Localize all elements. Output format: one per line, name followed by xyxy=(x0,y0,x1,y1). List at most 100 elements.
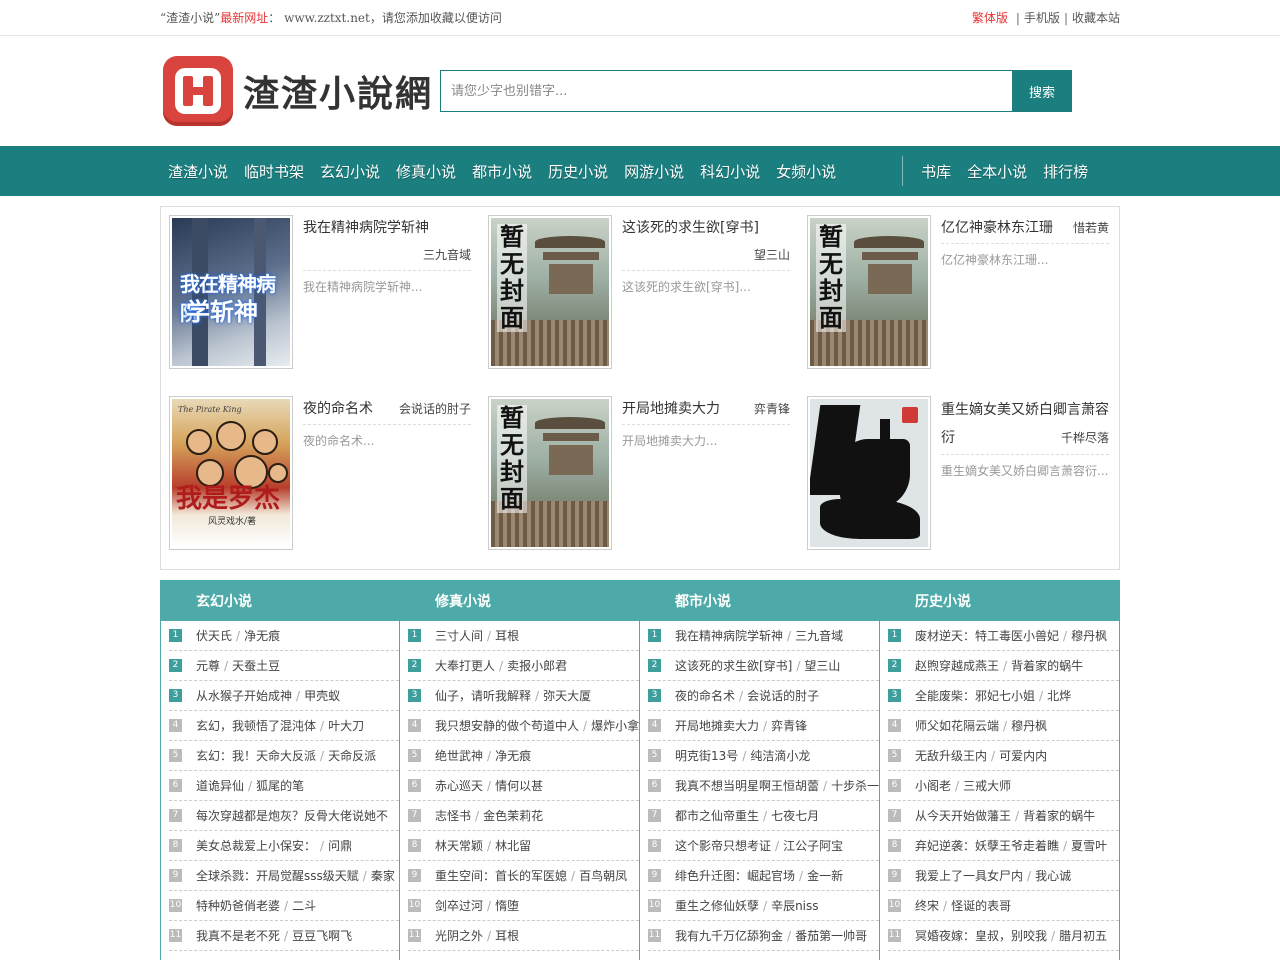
author-link[interactable]: 北烨 xyxy=(1047,687,1071,704)
book-cover[interactable]: 暂无封面 xyxy=(488,215,612,369)
book-link[interactable]: 道诡异仙 xyxy=(196,777,244,794)
book-link[interactable]: 仙子，请听我解释 xyxy=(435,687,531,704)
book-link[interactable]: 冥婚夜嫁：皇叔，别咬我 xyxy=(915,927,1047,944)
book-author[interactable]: 弈青锋 xyxy=(754,396,790,422)
nav-item[interactable]: 都市小说 xyxy=(464,161,540,182)
book-link[interactable]: 绯色升迁图：崛起官场 xyxy=(675,867,795,884)
book-link[interactable]: 美女总裁爱上小保安： xyxy=(196,837,316,854)
book-link[interactable]: 我只想安静的做个苟道中人 xyxy=(435,717,579,734)
author-link[interactable]: 三九音域 xyxy=(795,627,843,644)
mobile-link[interactable]: 手机版 xyxy=(1024,11,1060,25)
book-link[interactable]: 夜的命名术 xyxy=(675,687,735,704)
nav-item[interactable]: 玄幻小说 xyxy=(312,161,388,182)
author-link[interactable]: 金色茉莉花 xyxy=(483,807,543,824)
author-link[interactable]: 天蚕土豆 xyxy=(232,657,280,674)
book-link[interactable]: 赵煦穿越成燕王 xyxy=(915,657,999,674)
book-author[interactable]: 三九音域 xyxy=(303,241,471,271)
nav-item[interactable]: 网游小说 xyxy=(616,161,692,182)
book-link[interactable]: 我有九千万亿舔狗金 xyxy=(675,927,783,944)
book-title[interactable]: 夜的命名术 xyxy=(303,396,373,422)
category-title[interactable]: 历史小说 xyxy=(880,581,1119,621)
book-link[interactable]: 我在精神病院学斩神 xyxy=(675,627,783,644)
author-link[interactable]: 纯洁滴小龙 xyxy=(750,747,810,764)
category-title[interactable]: 都市小说 xyxy=(640,581,879,621)
author-link[interactable]: 二斗 xyxy=(292,897,316,914)
author-link[interactable]: 金一新 xyxy=(807,867,843,884)
book-link[interactable]: 大奉打更人 xyxy=(435,657,495,674)
nav-item[interactable]: 科幻小说 xyxy=(692,161,768,182)
book-title[interactable]: 这该死的求生欲[穿书] xyxy=(622,215,790,241)
book-link[interactable]: 重生空间：首长的军医媳 xyxy=(435,867,567,884)
author-link[interactable]: 爆炸小拿 xyxy=(591,717,639,734)
book-cover[interactable] xyxy=(807,396,931,550)
book-link[interactable]: 伏天氏 xyxy=(196,627,232,644)
author-link[interactable]: 七夜七月 xyxy=(771,807,819,824)
book-link[interactable]: 废材逆天：特工毒医小兽妃 xyxy=(915,627,1059,644)
author-link[interactable]: 可爱内内 xyxy=(999,747,1047,764)
author-link[interactable]: 惰堕 xyxy=(495,897,519,914)
author-link[interactable]: 穆丹枫 xyxy=(1071,627,1107,644)
author-link[interactable]: 背着家的蜗牛 xyxy=(1023,807,1095,824)
nav-item[interactable]: 历史小说 xyxy=(540,161,616,182)
book-cover[interactable]: The Pirate King 我是罗杰 风灵戏水/著 xyxy=(169,396,293,550)
nav-item[interactable]: 全本小说 xyxy=(959,161,1035,182)
book-link[interactable]: 这该死的求生欲[穿书] xyxy=(675,657,792,674)
author-link[interactable]: 情何以甚 xyxy=(495,777,543,794)
author-link[interactable]: 叶大刀 xyxy=(328,717,364,734)
author-link[interactable]: 卖报小郎君 xyxy=(507,657,567,674)
book-link[interactable]: 每次穿越都是炮灰？反骨大佬说她不 xyxy=(196,807,388,824)
nav-item[interactable]: 渣渣小说 xyxy=(160,161,236,182)
author-link[interactable]: 狐尾的笔 xyxy=(256,777,304,794)
book-link[interactable]: 元尊 xyxy=(196,657,220,674)
book-author[interactable]: 望三山 xyxy=(622,241,790,271)
author-link[interactable]: 耳根 xyxy=(495,627,519,644)
author-link[interactable]: 穆丹枫 xyxy=(1011,717,1047,734)
book-link[interactable]: 我真不想当明星啊王恒胡蕾 xyxy=(675,777,819,794)
author-link[interactable]: 甲壳蚁 xyxy=(304,687,340,704)
book-link[interactable]: 这个影帝只想考证 xyxy=(675,837,771,854)
book-link[interactable]: 我真不是老不死 xyxy=(196,927,280,944)
book-link[interactable]: 剑卒过河 xyxy=(435,897,483,914)
book-title[interactable]: 我在精神病院学斩神 xyxy=(303,215,471,241)
book-link[interactable]: 终宋 xyxy=(915,897,939,914)
author-link[interactable]: 江公子阿宝 xyxy=(783,837,843,854)
nav-item[interactable]: 临时书架 xyxy=(236,161,312,182)
book-link[interactable]: 林天常颖 xyxy=(435,837,483,854)
book-link[interactable]: 我爱上了一具女尸内 xyxy=(915,867,1023,884)
author-link[interactable]: 林北留 xyxy=(495,837,531,854)
author-link[interactable]: 番茄第一帅哥 xyxy=(795,927,867,944)
author-link[interactable]: 腊月初五 xyxy=(1059,927,1107,944)
author-link[interactable]: 净无痕 xyxy=(244,627,280,644)
bookmark-link[interactable]: 收藏本站 xyxy=(1072,11,1120,25)
book-title[interactable]: 开局地摊卖大力 xyxy=(622,396,720,422)
author-link[interactable]: 豆豆飞啊飞 xyxy=(292,927,352,944)
author-link[interactable]: 我心诚 xyxy=(1035,867,1071,884)
book-link[interactable]: 玄幻：我！天命大反派 xyxy=(196,747,316,764)
book-link[interactable]: 小阁老 xyxy=(915,777,951,794)
author-link[interactable]: 怪诞的表哥 xyxy=(951,897,1011,914)
book-link[interactable]: 志怪书 xyxy=(435,807,471,824)
search-input[interactable] xyxy=(440,70,1012,112)
author-link[interactable]: 百鸟朝凤 xyxy=(579,867,627,884)
author-link[interactable]: 夏雪叶 xyxy=(1071,837,1107,854)
book-author[interactable]: 千桦尽落 xyxy=(1061,425,1109,451)
author-link[interactable]: 弥天大厦 xyxy=(543,687,591,704)
book-link[interactable]: 三寸人间 xyxy=(435,627,483,644)
search-button[interactable]: 搜索 xyxy=(1012,70,1072,112)
author-link[interactable]: 背着家的蜗牛 xyxy=(1011,657,1083,674)
author-link[interactable]: 会说话的肘子 xyxy=(747,687,819,704)
author-link[interactable]: 耳根 xyxy=(495,927,519,944)
book-link[interactable]: 赤心巡天 xyxy=(435,777,483,794)
book-cover[interactable]: 暂无封面 xyxy=(488,396,612,550)
book-link[interactable]: 弃妃逆袭：妖孽王爷走着瞧 xyxy=(915,837,1059,854)
book-link[interactable]: 重生之修仙妖孽 xyxy=(675,897,759,914)
book-link[interactable]: 从水猴子开始成神 xyxy=(196,687,292,704)
book-link[interactable]: 师父如花隔云端 xyxy=(915,717,999,734)
author-link[interactable]: 辛辰niss xyxy=(771,897,818,914)
book-cover[interactable]: 暂无封面 xyxy=(807,215,931,369)
category-title[interactable]: 玄幻小说 xyxy=(161,581,399,621)
book-link[interactable]: 开局地摊卖大力 xyxy=(675,717,759,734)
book-title[interactable]: 亿亿神豪林东江珊 xyxy=(941,215,1053,241)
category-title[interactable]: 修真小说 xyxy=(400,581,639,621)
book-title[interactable]: 重生嫡女美又娇白卿言萧容 xyxy=(941,396,1109,424)
